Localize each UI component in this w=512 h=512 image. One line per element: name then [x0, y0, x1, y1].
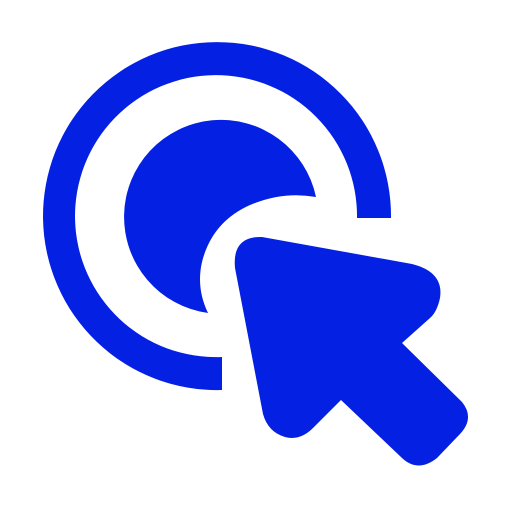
icon-canvas: [0, 0, 512, 512]
cursor-arrow-icon: [234, 236, 469, 466]
click-cursor-icon: [43, 42, 469, 466]
